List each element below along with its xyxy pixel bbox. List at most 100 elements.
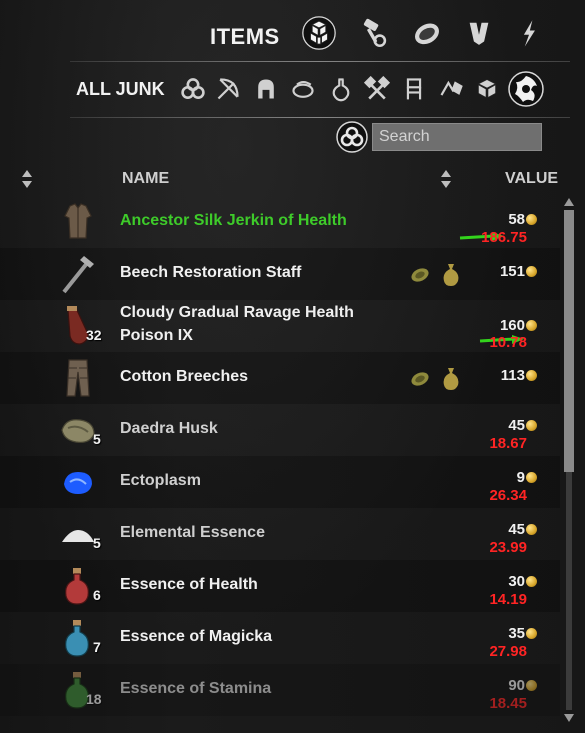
header-divider — [70, 61, 570, 62]
tab-armor[interactable] — [456, 10, 502, 56]
list-item[interactable]: 6 Essence of Health 30 14.19 — [0, 560, 560, 612]
breeches-icon — [66, 359, 90, 397]
list-item[interactable]: Beech Restoration Staff 151 — [0, 248, 560, 300]
gold-coin-icon — [526, 523, 537, 535]
item-value: 9 — [517, 469, 537, 486]
sell-price: 18.67 — [489, 435, 527, 452]
search-box[interactable] — [372, 123, 542, 151]
item-name: Ancestor Silk Jerkin of Health — [120, 212, 347, 229]
item-quantity: 32 — [86, 327, 102, 343]
filter-misc[interactable] — [472, 72, 502, 106]
filter-runes[interactable] — [436, 72, 466, 106]
item-value: 113 — [501, 367, 537, 384]
tab-all-items[interactable] — [296, 10, 342, 56]
all-items-cube-icon — [302, 16, 336, 50]
search-input[interactable] — [373, 124, 541, 150]
sell-price: 23.99 — [489, 539, 527, 556]
gold-coin-icon — [526, 627, 537, 639]
furnishing-icon — [406, 78, 422, 100]
scrollbar[interactable] — [563, 196, 575, 726]
list-item[interactable]: 18 Essence of Stamina 90 18.45 — [0, 664, 560, 716]
research-seed-icon — [411, 268, 429, 282]
gold-coin-icon — [526, 679, 537, 691]
filter-potions[interactable] — [326, 72, 356, 106]
health-potion-icon — [65, 568, 89, 605]
list-item[interactable]: Cotton Breeches 113 — [0, 352, 560, 404]
scroll-up-icon[interactable] — [563, 196, 575, 208]
item-value: 151 — [500, 263, 537, 280]
item-quantity: 18 — [86, 691, 102, 707]
research-seed-icon — [411, 372, 429, 386]
item-name: Essence of Magicka — [120, 628, 273, 645]
list-item[interactable]: Ectoplasm 9 26.34 — [0, 456, 560, 508]
item-name: Essence of Health — [120, 576, 258, 593]
filter-all[interactable] — [178, 72, 208, 106]
magicka-potion-icon — [65, 620, 89, 657]
sell-price: 18.45 — [489, 695, 527, 712]
scroll-thumb[interactable] — [564, 210, 574, 472]
search-filter-icon[interactable] — [336, 121, 368, 153]
gold-coin-icon — [526, 419, 537, 431]
inventory-header: ITEMS — [0, 0, 585, 60]
essence-icon — [62, 530, 94, 542]
sort-arrows-icon[interactable] — [21, 168, 33, 190]
filter-junk[interactable] — [507, 70, 545, 108]
item-name-line2: Poison IX — [120, 327, 193, 344]
item-quantity: 6 — [93, 587, 101, 603]
blocks-icon — [477, 78, 497, 99]
item-value: 35 — [508, 625, 537, 642]
list-item[interactable]: 7 Essence of Magicka 35 27.98 — [0, 612, 560, 664]
column-header-value[interactable]: VALUE — [505, 170, 558, 188]
item-name: Essence of Stamina — [120, 680, 272, 697]
tab-materials[interactable] — [350, 10, 396, 56]
gold-coin-icon — [526, 319, 537, 331]
food-icon — [292, 80, 314, 98]
item-quantity: 5 — [93, 431, 101, 447]
husk-icon — [61, 419, 95, 443]
sort-arrows-value-icon[interactable] — [440, 168, 452, 190]
trait-icons — [411, 368, 459, 390]
filter-weapons[interactable] — [213, 72, 243, 106]
consumables-food-icon — [415, 23, 439, 45]
item-value: 30 — [508, 573, 537, 590]
scroll-down-icon[interactable] — [563, 712, 575, 724]
sell-price: 26.34 — [489, 487, 527, 504]
trait-icons — [411, 264, 459, 286]
materials-hammer-icon — [363, 18, 387, 48]
list-item[interactable]: 32 Cloudy Gradual Ravage Health Poison I… — [0, 300, 560, 352]
money-bag-icon — [443, 264, 459, 286]
bow-icon — [217, 78, 239, 100]
junk-selected-icon — [508, 71, 544, 107]
item-name: Beech Restoration Staff — [120, 264, 302, 281]
ectoplasm-icon — [64, 472, 92, 494]
item-value: 45 — [508, 417, 537, 434]
sell-price: 10.78 — [489, 334, 527, 351]
list-item[interactable]: Ancestor Silk Jerkin of Health 58 186.75 — [0, 196, 560, 248]
item-value: 160 — [500, 317, 537, 334]
tab-consumables[interactable] — [404, 10, 450, 56]
tab-weapons[interactable] — [506, 10, 552, 56]
sell-price: 186.75 — [481, 229, 527, 246]
page-title: ITEMS — [210, 24, 280, 49]
list-item[interactable]: 5 Elemental Essence 45 23.99 — [0, 508, 560, 560]
category-title: ALL JUNK — [76, 79, 165, 99]
filter-consumables[interactable] — [288, 72, 318, 106]
column-header-name[interactable]: NAME — [122, 170, 169, 188]
item-quantity: 7 — [93, 639, 101, 655]
filter-crafting[interactable] — [362, 72, 392, 106]
item-name: Daedra Husk — [120, 420, 218, 437]
item-quantity: 5 — [93, 535, 101, 551]
potion-icon — [332, 78, 350, 102]
armor-icon — [469, 22, 489, 45]
gold-coin-icon — [526, 471, 537, 483]
item-value: 45 — [508, 521, 537, 538]
list-item[interactable]: 5 Daedra Husk 45 18.67 — [0, 404, 560, 456]
sell-price: 27.98 — [489, 643, 527, 660]
helmet-icon — [258, 79, 274, 99]
weapons-lightning-icon — [523, 20, 535, 47]
gold-coin-icon — [526, 213, 537, 225]
money-bag-icon — [443, 368, 459, 390]
filter-apparel[interactable] — [251, 72, 281, 106]
gold-coin-icon — [526, 369, 537, 381]
filter-furnishing[interactable] — [399, 72, 429, 106]
